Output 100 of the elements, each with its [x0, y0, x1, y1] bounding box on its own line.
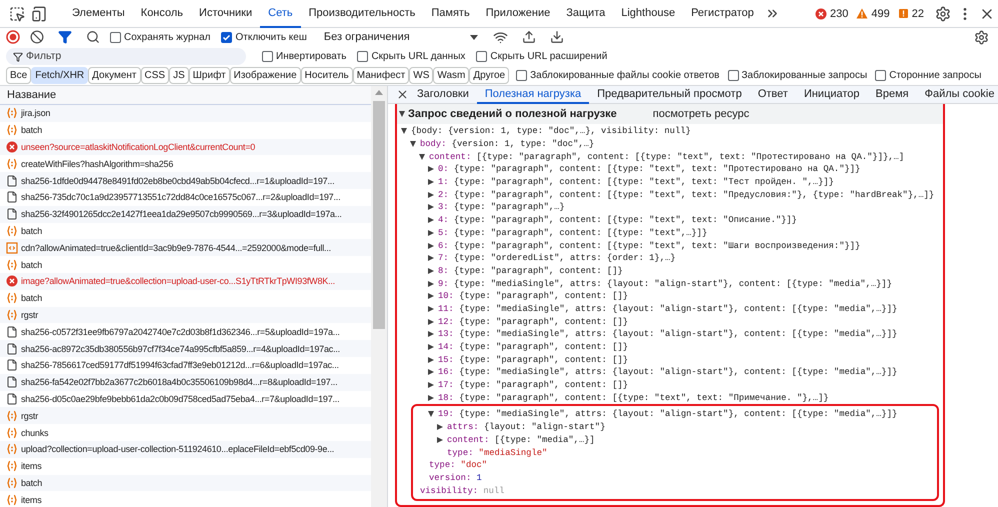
request-row[interactable]: rgstr — [0, 306, 372, 324]
tree-line[interactable]: 4: {type: "paragraph", content: [{type: "text", text: "Описание."}]} — [397, 214, 943, 226]
expand-arrow-icon[interactable] — [428, 356, 434, 363]
tree-line[interactable]: content: [{type: "media",…}] — [397, 434, 943, 446]
expand-arrow-icon[interactable] — [428, 166, 434, 172]
request-row[interactable]: rgstr — [0, 407, 372, 424]
tree-line[interactable]: content: [{type: "paragraph", content: [{type: "text", text: "Протестировано на QA."}]},…] — [397, 150, 943, 164]
view-source-link[interactable]: посмотреть ресурс — [652, 108, 750, 120]
request-row[interactable]: sha256-1dfde0d94478e8491fd02eb8be0cbd49ab5b04cfecd...r=1&uploadId=197... — [0, 172, 372, 189]
expand-arrow-icon[interactable] — [419, 154, 425, 160]
panel-tab[interactable]: Защита — [558, 0, 614, 28]
expand-arrow-icon[interactable] — [428, 318, 434, 325]
checkbox[interactable]: Инвертировать — [262, 50, 346, 62]
tree-line[interactable]: 2: {type: "paragraph", content: [{type: "text", text: "Предусловия:"}, {type: "hardBreak"},…]} — [397, 188, 943, 202]
type-filter-button[interactable]: Носитель — [300, 67, 353, 84]
tree-line[interactable]: 14: {type: "paragraph", content: []} — [397, 340, 943, 354]
expand-arrow-icon[interactable] — [428, 280, 434, 287]
tree-line[interactable]: 3: {type: "paragraph",…} — [397, 201, 943, 214]
tree-line[interactable]: 8: {type: "paragraph", content: []} — [397, 264, 943, 278]
type-filter-button[interactable]: Fetch/XHR — [31, 67, 88, 84]
checkbox[interactable]: Сторонние запросы — [875, 70, 982, 81]
record-icon[interactable] — [6, 30, 20, 44]
panel-tab[interactable]: Консоль — [132, 0, 192, 28]
checkbox[interactable]: Отключить кеш — [221, 32, 307, 42]
expand-arrow-icon[interactable] — [428, 331, 434, 338]
request-row[interactable]: sha256-ac8972c35db380556b97cf7f34ce74a995cfbf5a859...r=4&uploadId=197ac... — [0, 340, 372, 357]
panel-tab[interactable]: Сеть — [260, 0, 301, 28]
type-filter-button[interactable]: Манифест — [352, 67, 410, 84]
request-row[interactable]: jira.json — [0, 105, 372, 122]
tree-line[interactable]: 1: {type: "paragraph", content: [{type: "text", text: "Тест пройден. ",…}]} — [397, 176, 943, 188]
tree-line[interactable]: 10: {type: "paragraph", content: []} — [397, 290, 943, 303]
detail-tab[interactable]: Инициатор — [796, 86, 868, 104]
detail-tab[interactable]: Время — [868, 86, 917, 104]
panel-tab[interactable]: Приложение — [478, 0, 558, 28]
tree-line[interactable]: 7: {type: "orderedList", attrs: {order: 1},…} — [397, 252, 943, 265]
tree-line[interactable]: 6: {type: "paragraph", content: [{type: "text", text: "Шаги воспроизведения:"}]} — [397, 239, 943, 252]
tree-line[interactable]: 11: {type: "mediaSingle", attrs: {layout: "align-start"}, content: [{type: "media",…}]} — [397, 302, 943, 316]
expand-arrow-icon[interactable] — [428, 179, 434, 186]
tree-line[interactable]: 9: {type: "mediaSingle", attrs: {layout: "align-start"}, content: [{type: "media",…}]} — [397, 277, 943, 290]
request-row[interactable]: image?allowAnimated=true&collection=upload-user-co...S1yTtRTkrTpWI93fW8K... — [0, 272, 372, 290]
type-filter-button[interactable]: Шрифт — [188, 67, 230, 84]
checkbox[interactable]: Скрыть URL данных — [357, 50, 466, 62]
filter-field[interactable]: Фильтр — [6, 48, 246, 64]
tree-line[interactable]: type: "mediaSingle" — [397, 446, 943, 459]
tree-line[interactable]: attrs: {layout: "align-start"} — [397, 420, 943, 434]
column-header[interactable]: Название — [0, 86, 372, 105]
type-filter-button[interactable]: Изображение — [230, 67, 301, 84]
expand-arrow-icon[interactable] — [428, 293, 434, 300]
request-row[interactable]: batch — [0, 222, 372, 240]
type-filter-button[interactable]: Другое — [469, 67, 510, 84]
issue-counter[interactable]: 499 — [856, 8, 890, 20]
checkbox[interactable]: Заблокированные запросы — [728, 70, 868, 81]
expand-arrow-icon[interactable] — [428, 255, 434, 262]
expand-arrow-icon[interactable] — [428, 204, 434, 210]
checkbox[interactable]: Заблокированные файлы cookie ответов — [516, 70, 720, 81]
tree-line[interactable]: 18: {type: "paragraph", content: [{type: "text", text: "Примечание. "},…]} — [397, 391, 943, 404]
expand-arrow-icon[interactable] — [410, 141, 416, 148]
scrollbar[interactable] — [371, 86, 387, 507]
expand-arrow-icon[interactable] — [428, 394, 434, 401]
issue-counter[interactable]: 22 — [898, 8, 924, 20]
expand-arrow-icon[interactable] — [428, 242, 434, 249]
tree-line[interactable]: 15: {type: "paragraph", content: []} — [397, 353, 943, 366]
type-filter-button[interactable]: Документ — [88, 67, 141, 84]
type-filter-button[interactable]: Wasm — [433, 67, 470, 84]
tree-line[interactable]: body: {version: 1, type: "doc",…} — [397, 138, 943, 150]
expand-arrow-icon[interactable] — [428, 230, 434, 236]
panel-tab[interactable]: Память — [423, 0, 478, 28]
expand-arrow-icon[interactable] — [428, 382, 434, 388]
expand-arrow-icon[interactable] — [401, 128, 407, 134]
tree-line[interactable]: 16: {type: "mediaSingle", attrs: {layout: "align-start"}, content: [{type: "media",…}]} — [397, 366, 943, 379]
type-filter-button[interactable]: JS — [169, 67, 189, 84]
panel-tab[interactable]: Регистратор — [683, 0, 762, 28]
tree-line[interactable]: visibility: null — [397, 484, 943, 497]
request-row[interactable]: batch — [0, 474, 372, 492]
expand-arrow-icon[interactable] — [428, 217, 434, 224]
request-row[interactable]: unseen?source=atlaskitNotificationLogClient&currentCount=0 — [0, 138, 372, 156]
detail-tab[interactable]: Предварительный просмотр — [589, 86, 750, 104]
tree-line[interactable]: 13: {type: "mediaSingle", attrs: {layout: "align-start"}, content: [{type: "media",…}]} — [397, 328, 943, 341]
request-row[interactable]: sha256-d05c0ae29bfe9bebb61da2c0b09d758ced5ad75eba4...r=7&uploadId=197... — [0, 390, 372, 408]
tree-line[interactable]: 5: {type: "paragraph", content: [{type: "text",…}]} — [397, 226, 943, 240]
throttling-dropdown[interactable]: Без ограничения — [318, 31, 484, 43]
tree-line[interactable]: {body: {version: 1, type: "doc",…}, visibility: null} — [397, 125, 943, 138]
panel-tab[interactable]: Lighthouse — [613, 0, 684, 28]
checkbox[interactable]: Скрыть URL расширений — [476, 50, 608, 62]
detail-tab[interactable]: Файлы cookie — [916, 86, 998, 104]
request-row[interactable]: sha256-32f4901265dcc2e1427f1eea1da29e9507cb9990569...r=3&uploadId=197a... — [0, 206, 372, 223]
tree-line[interactable]: version: 1 — [397, 472, 943, 484]
expand-arrow-icon[interactable] — [428, 344, 434, 350]
tree-line[interactable]: 0: {type: "paragraph", content: [{type: "text", text: "Протестировано на QA."}]} — [397, 163, 943, 176]
type-filter-button[interactable]: Все — [6, 67, 32, 84]
expand-arrow-icon[interactable] — [428, 192, 434, 198]
issue-counter[interactable]: 230 — [815, 8, 848, 20]
panel-tab[interactable]: Производительность — [300, 0, 424, 28]
detail-tab[interactable]: Заголовки — [409, 86, 477, 104]
checkbox[interactable]: Сохранять журнал — [110, 32, 210, 42]
expand-arrow-icon[interactable] — [428, 306, 434, 312]
request-row[interactable]: upload?collection=upload-user-collection-511924610...eplaceFileId=ebf5cd09-9e... — [0, 440, 372, 458]
tree-line[interactable]: 12: {type: "paragraph", content: []} — [397, 315, 943, 328]
type-filter-button[interactable]: CSS — [140, 67, 170, 84]
expand-arrow-icon[interactable] — [428, 369, 434, 376]
